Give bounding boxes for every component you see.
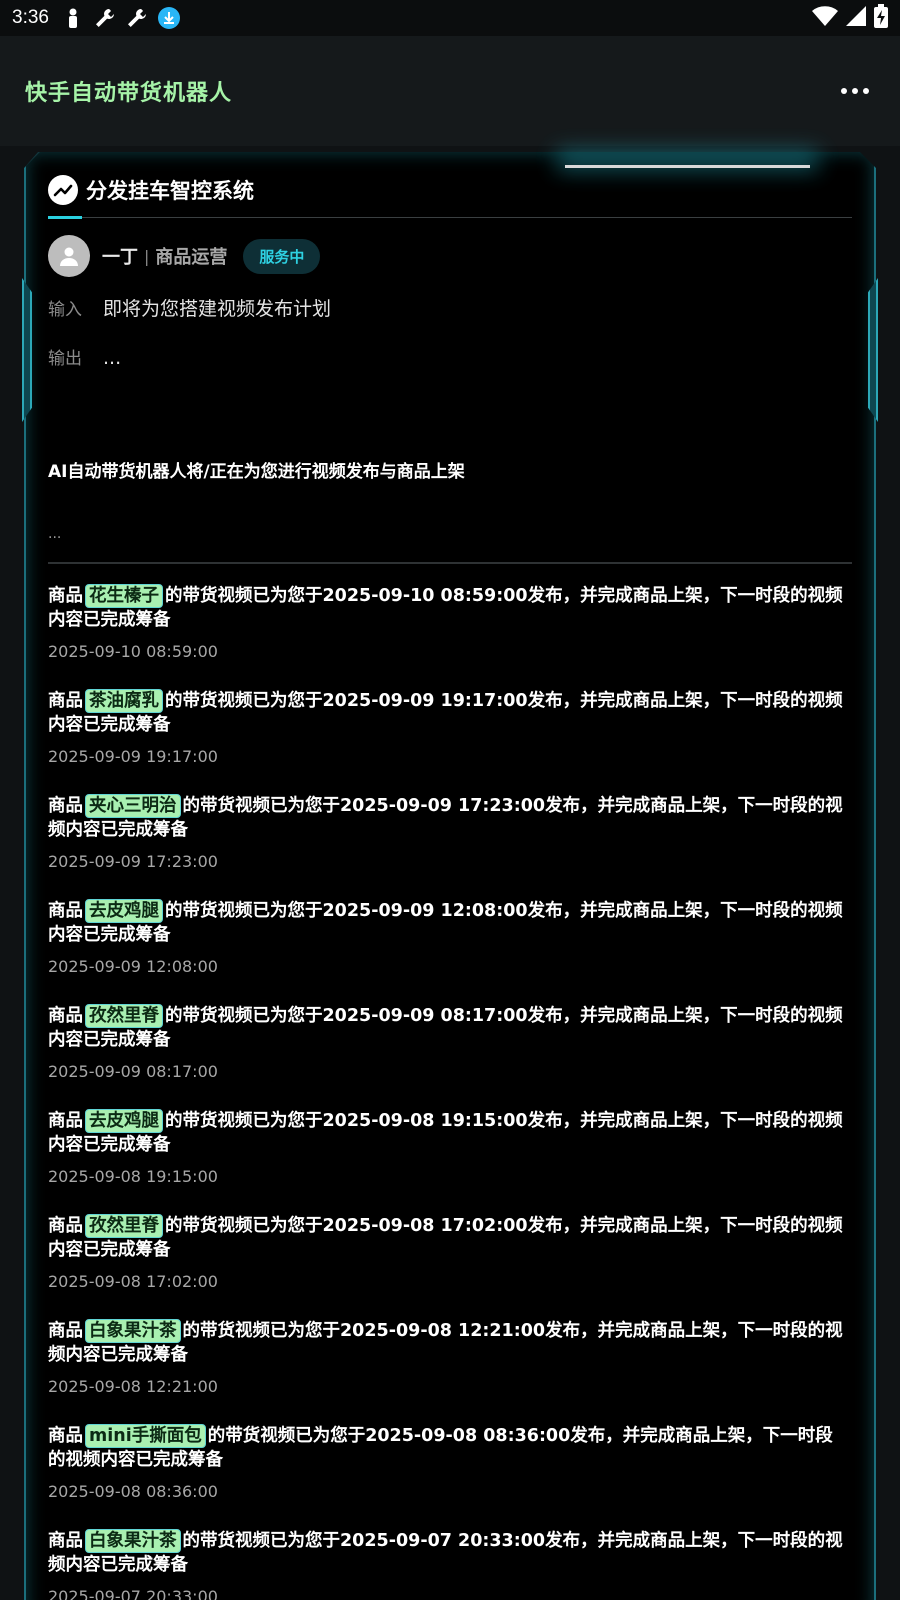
publish-feed: 商品 花生榛子 的带货视频已为您于2025-09-10 08:59:00发布，并完成… — [48, 584, 843, 1600]
feed-suffix: 的带货视频已为您于2025-09-08 17:02:00发布，并完成商品上架，下… — [48, 1216, 843, 1260]
product-tag[interactable]: 孜然里脊 — [85, 1004, 163, 1028]
feed-message: 商品 白象果汁茶 的带货视频已为您于2025-09-08 12:21:00发布，并完… — [48, 1319, 843, 1367]
agent-name: 一丁 — [102, 247, 138, 268]
list-item: 商品 茶油腐乳 的带货视频已为您于2025-09-09 19:17:00发布，并完成… — [48, 689, 843, 794]
feed-timestamp: 2025-09-09 12:08:00 — [48, 957, 218, 976]
feed-suffix: 的带货视频已为您于2025-09-10 08:59:00发布，并完成商品上架，下… — [48, 586, 843, 630]
app-title: 快手自动带货机器人 — [25, 81, 233, 106]
agent-row: 一丁 | 商品运营 服务中 — [48, 235, 321, 277]
feed-message: 商品 白象果汁茶 的带货视频已为您于2025-09-07 20:33:00发布，并完… — [48, 1529, 843, 1577]
feed-prefix: 商品 — [48, 796, 83, 816]
feed-prefix: 商品 — [48, 1426, 83, 1446]
list-item: 商品 夹心三明治 的带货视频已为您于2025-09-09 17:23:00发布，并完… — [48, 794, 843, 899]
list-item: 商品 去皮鸡腿 的带货视频已为您于2025-09-09 12:08:00发布，并完成… — [48, 899, 843, 1004]
more-horizontal-icon — [841, 88, 847, 94]
product-tag[interactable]: 白象果汁茶 — [85, 1529, 181, 1553]
product-tag[interactable]: 去皮鸡腿 — [85, 899, 163, 923]
product-tag[interactable]: 孜然里脊 — [85, 1214, 163, 1238]
output-row: 输出 ... — [48, 344, 121, 369]
panel-glow-line — [565, 165, 810, 168]
feed-message: 商品 茶油腐乳 的带货视频已为您于2025-09-09 19:17:00发布，并完成… — [48, 689, 843, 737]
list-item: 商品 白象果汁茶 的带货视频已为您于2025-09-07 20:33:00发布，并完… — [48, 1529, 843, 1600]
feed-timestamp: 2025-09-09 19:17:00 — [48, 747, 218, 766]
active-tab-indicator — [48, 216, 82, 219]
feed-timestamp: 2025-09-08 19:15:00 — [48, 1167, 218, 1186]
wifi-icon — [812, 5, 838, 31]
feed-prefix: 商品 — [48, 586, 83, 606]
product-tag[interactable]: 白象果汁茶 — [85, 1319, 181, 1343]
list-item: 商品 白象果汁茶 的带货视频已为您于2025-09-08 12:21:00发布，并完… — [48, 1319, 843, 1424]
feed-timestamp: 2025-09-08 12:21:00 — [48, 1377, 218, 1396]
feed-message: 商品 孜然里脊 的带货视频已为您于2025-09-08 17:02:00发布，并完成… — [48, 1214, 843, 1262]
feed-suffix: 的带货视频已为您于2025-09-09 08:17:00发布，并完成商品上架，下… — [48, 1006, 843, 1050]
avatar — [48, 235, 90, 277]
status-bar: 3:36 — [0, 0, 900, 36]
signal-icon — [846, 5, 866, 31]
person-icon — [61, 6, 85, 30]
feed-prefix: 商品 — [48, 1111, 83, 1131]
panel-header: 分发挂车智控系统 — [48, 172, 254, 208]
feed-prefix: 商品 — [48, 901, 83, 921]
product-tag[interactable]: 去皮鸡腿 — [85, 1109, 163, 1133]
feed-message: 商品 去皮鸡腿 的带货视频已为您于2025-09-08 19:15:00发布，并完成… — [48, 1109, 843, 1157]
ai-heading: AI自动带货机器人将/正在为您进行视频发布与商品上架 — [48, 462, 465, 482]
product-tag[interactable]: 茶油腐乳 — [85, 689, 163, 713]
output-value: ... — [103, 347, 122, 369]
feed-message: 商品 去皮鸡腿 的带货视频已为您于2025-09-09 12:08:00发布，并完成… — [48, 899, 843, 947]
agent-separator: | — [144, 246, 150, 266]
input-value: 即将为您搭建视频发布计划 — [103, 298, 332, 320]
list-item: 商品 孜然里脊 的带货视频已为您于2025-09-08 17:02:00发布，并完成… — [48, 1214, 843, 1319]
list-item: 商品 孜然里脊 的带货视频已为您于2025-09-09 08:17:00发布，并完成… — [48, 1004, 843, 1109]
right-bracket — [868, 278, 878, 422]
trending-up-icon — [48, 175, 78, 205]
product-tag[interactable]: mini手撕面包 — [85, 1424, 206, 1448]
input-label: 输入 — [48, 300, 82, 320]
feed-timestamp: 2025-09-10 08:59:00 — [48, 642, 218, 661]
feed-prefix: 商品 — [48, 1216, 83, 1236]
feed-prefix: 商品 — [48, 1321, 83, 1341]
product-tag[interactable]: 花生榛子 — [85, 584, 163, 608]
feed-prefix: 商品 — [48, 691, 83, 711]
feed-timestamp: 2025-09-08 08:36:00 — [48, 1482, 218, 1501]
wrench-icon — [93, 6, 117, 30]
feed-prefix: 商品 — [48, 1006, 83, 1026]
loading-ellipsis: ... — [48, 526, 62, 542]
product-tag[interactable]: 夹心三明治 — [85, 794, 181, 818]
list-item: 商品 mini手撕面包 的带货视频已为您于2025-09-08 08:36:00发布… — [48, 1424, 843, 1529]
feed-suffix: 的带货视频已为您于2025-09-09 12:08:00发布，并完成商品上架，下… — [48, 901, 843, 945]
feed-message: 商品 夹心三明治 的带货视频已为您于2025-09-09 17:23:00发布，并完… — [48, 794, 843, 842]
feed-suffix: 的带货视频已为您于2025-09-08 19:15:00发布，并完成商品上架，下… — [48, 1111, 843, 1155]
feed-message: 商品 花生榛子 的带货视频已为您于2025-09-10 08:59:00发布，并完成… — [48, 584, 843, 632]
app-bar: 快手自动带货机器人 — [0, 36, 900, 146]
more-options-button[interactable] — [835, 71, 875, 111]
agent-role: 商品运营 — [155, 247, 228, 268]
list-item: 商品 去皮鸡腿 的带货视频已为您于2025-09-08 19:15:00发布，并完成… — [48, 1109, 843, 1214]
wrench-icon — [125, 6, 149, 30]
status-badge: 服务中 — [243, 238, 321, 274]
panel-title[interactable]: 分发挂车智控系统 — [86, 175, 254, 205]
output-label: 输出 — [48, 349, 82, 369]
list-item: 商品 花生榛子 的带货视频已为您于2025-09-10 08:59:00发布，并完成… — [48, 584, 843, 689]
download-icon — [157, 6, 181, 30]
input-row: 输入 即将为您搭建视频发布计划 — [48, 294, 331, 321]
feed-timestamp: 2025-09-07 20:33:00 — [48, 1587, 218, 1600]
status-time: 3:36 — [12, 7, 49, 28]
header-divider — [48, 217, 852, 218]
feed-message: 商品 孜然里脊 的带货视频已为您于2025-09-09 08:17:00发布，并完成… — [48, 1004, 843, 1052]
feed-timestamp: 2025-09-08 17:02:00 — [48, 1272, 218, 1291]
feed-timestamp: 2025-09-09 17:23:00 — [48, 852, 218, 871]
left-bracket — [22, 278, 32, 422]
feed-message: 商品 mini手撕面包 的带货视频已为您于2025-09-08 08:36:00发布… — [48, 1424, 843, 1472]
feed-divider — [48, 562, 852, 564]
feed-suffix: 的带货视频已为您于2025-09-09 19:17:00发布，并完成商品上架，下… — [48, 691, 843, 735]
feed-prefix: 商品 — [48, 1531, 83, 1551]
battery-charging-icon — [874, 3, 888, 33]
feed-timestamp: 2025-09-09 08:17:00 — [48, 1062, 218, 1081]
